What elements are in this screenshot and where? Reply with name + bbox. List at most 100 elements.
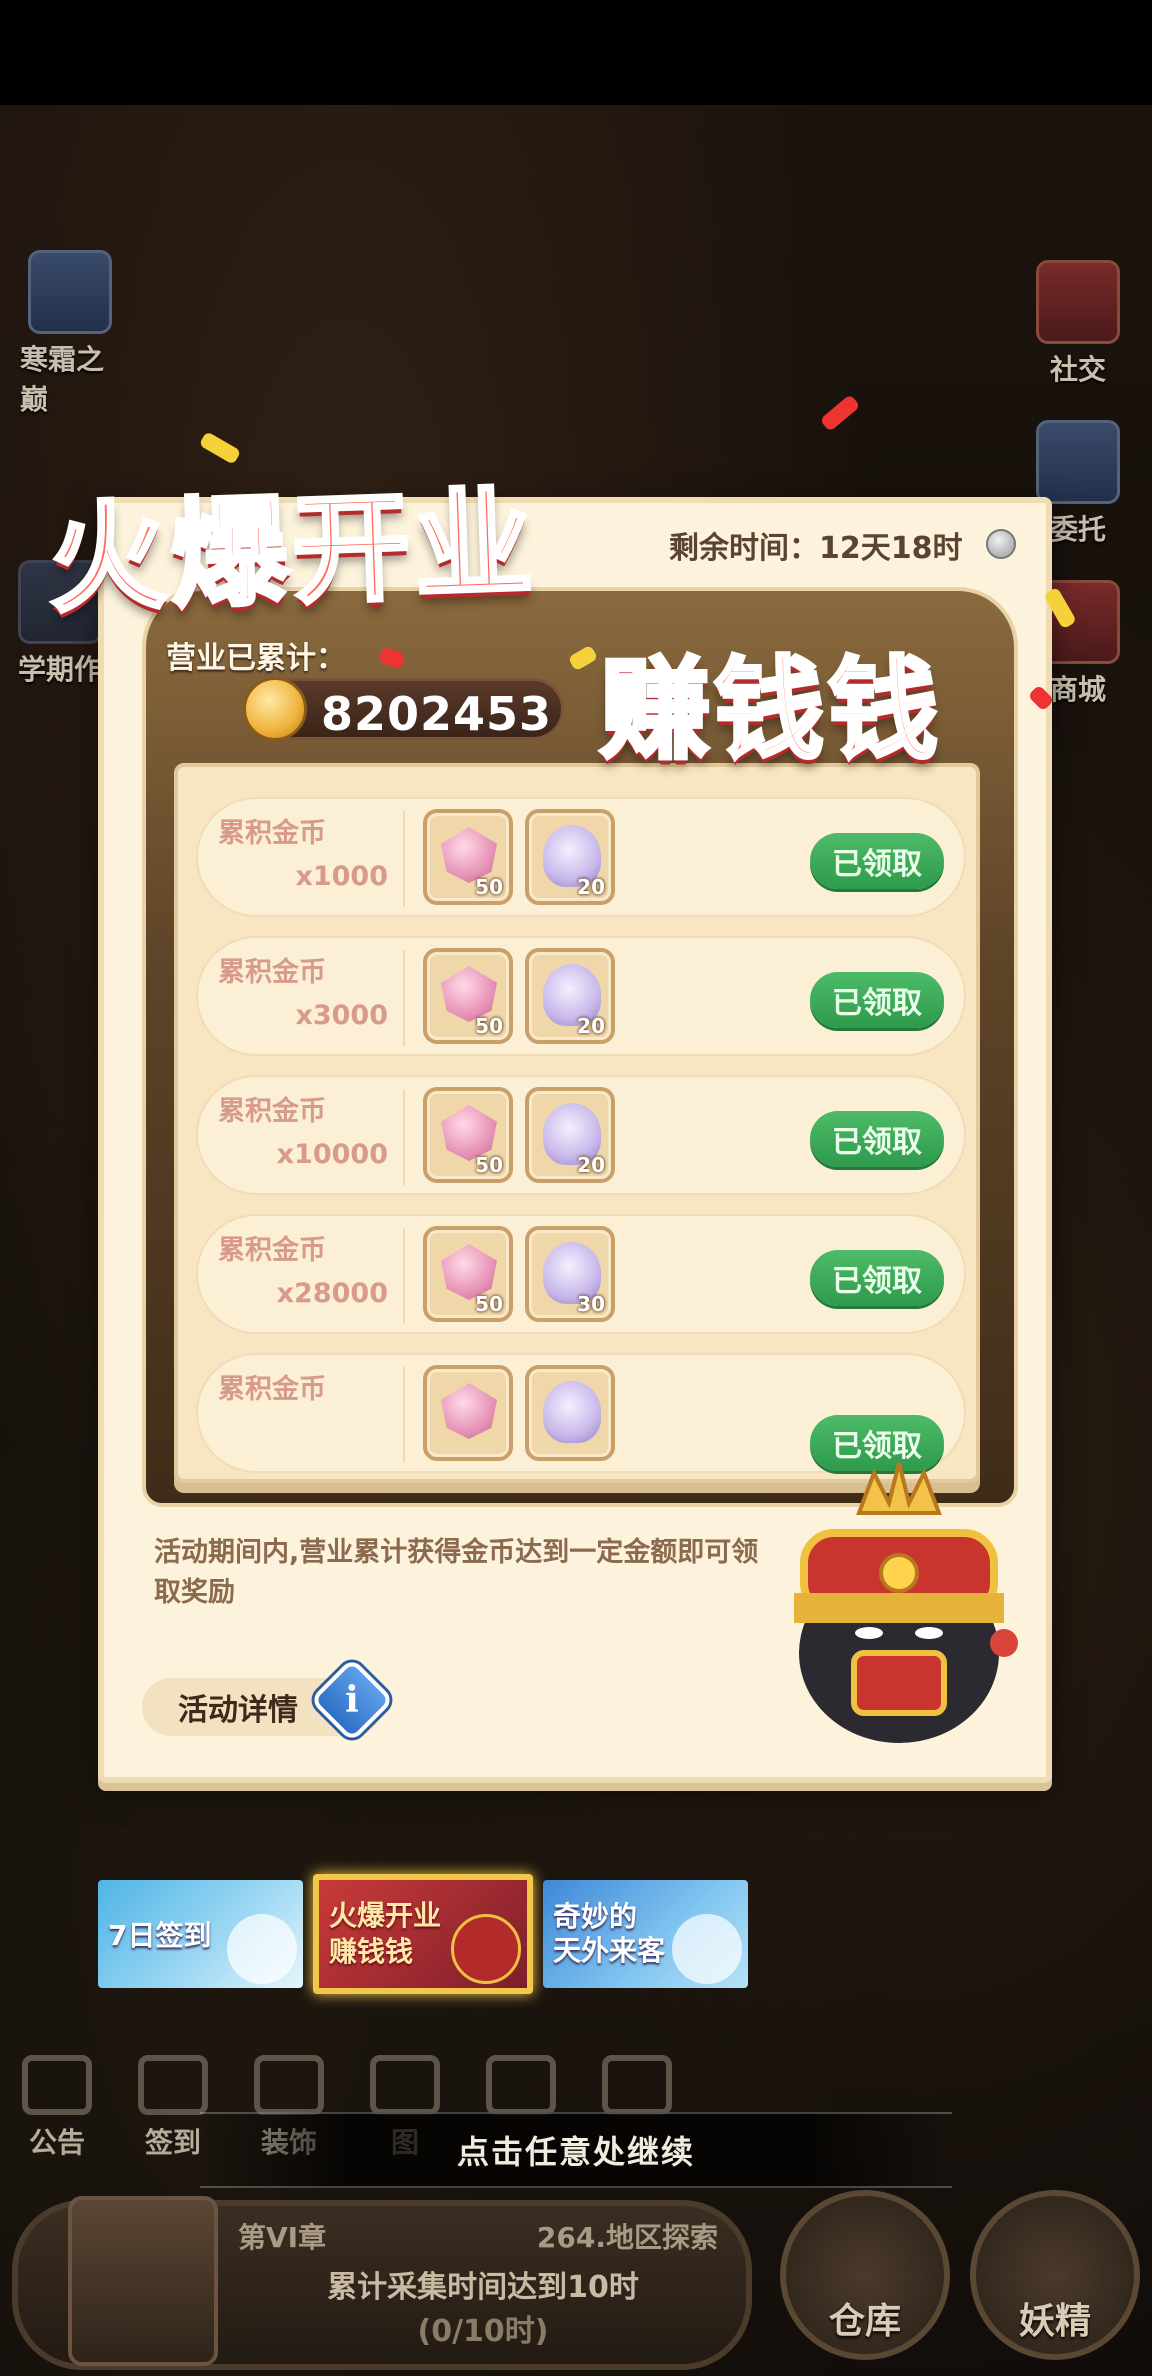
side-button-label: 商城: [1049, 673, 1106, 706]
row-divider: [403, 1367, 405, 1463]
catgirl-icon: [227, 1914, 297, 1984]
reward-label-text: 累积金币: [218, 957, 326, 988]
tab-label: 奇妙的 天外来客: [553, 1900, 665, 1968]
tab-label-line: 天外来客: [553, 1934, 666, 1967]
gem-item-slot[interactable]: 50: [423, 948, 513, 1044]
reward-row: 累积金币 x1000 50 20 已领取: [196, 797, 966, 917]
claimed-button[interactable]: 已领取: [810, 1250, 944, 1306]
reward-amount: x10000: [276, 1139, 388, 1170]
nav-label: 签到: [144, 2126, 201, 2159]
item-quantity: 20: [577, 1014, 605, 1038]
warehouse-button[interactable]: 仓库: [780, 2190, 950, 2360]
castle-icon: [254, 2055, 324, 2115]
hourglass-item-slot[interactable]: 20: [525, 809, 615, 905]
reward-label-text: 累积金币: [218, 818, 326, 849]
chapter-progress: (0/10时): [417, 2314, 549, 2349]
gem-item-slot[interactable]: 50: [423, 1226, 513, 1322]
tab-label: 火爆开业 赚钱钱: [329, 1898, 441, 1970]
mountain-icon: [28, 250, 112, 334]
treasure-chest-icon: [451, 1914, 521, 1984]
side-button-label: 学期作: [17, 653, 102, 686]
fairy-button[interactable]: 妖精: [970, 2190, 1140, 2360]
close-dot-icon[interactable]: [986, 529, 1016, 559]
event-title-top: 火爆开业: [44, 472, 541, 631]
reward-amount: x1000: [295, 861, 388, 892]
row-divider: [403, 950, 405, 1046]
side-button-social[interactable]: 社交: [1028, 260, 1128, 388]
pink-gem-icon: [441, 1383, 497, 1439]
item-quantity: 50: [475, 1014, 503, 1038]
region-label: 264.地区探索: [536, 2221, 718, 2254]
accumulated-value: 8202453: [321, 687, 553, 741]
tap-to-continue-bar[interactable]: 点击任意处继续: [200, 2112, 952, 2188]
chapter-label: 第VI章: [238, 2221, 327, 2254]
gem-item-slot[interactable]: [423, 1365, 513, 1461]
tab-label-line: 赚钱钱: [329, 1935, 414, 1968]
info-glyph: i: [345, 1679, 359, 1721]
reward-label-text: 累积金币: [218, 1235, 326, 1266]
reward-label-text: 累积金币: [218, 1374, 326, 1405]
reward-label: 累积金币: [218, 1367, 388, 1406]
reward-row: 累积金币 x28000 50 30 已领取: [196, 1214, 966, 1334]
hourglass-spirit-icon: [543, 1381, 601, 1443]
reward-amount: x28000: [276, 1278, 388, 1309]
reward-row: 累积金币 x10000 50 20 已领取: [196, 1075, 966, 1195]
claimed-button[interactable]: 已领取: [810, 972, 944, 1028]
row-divider: [403, 1089, 405, 1185]
event-title-bottom: 赚钱钱: [598, 644, 942, 776]
reward-amount: x3000: [295, 1000, 388, 1031]
reward-label: 累积金币 x28000: [218, 1228, 388, 1309]
item-quantity: 50: [475, 875, 503, 899]
row-divider: [403, 1228, 405, 1324]
tab-alien-visitor[interactable]: 奇妙的 天外来客: [543, 1880, 748, 1988]
hourglass-item-slot[interactable]: 20: [525, 948, 615, 1044]
tv-head-icon: [672, 1914, 742, 1984]
item-quantity: 50: [475, 1153, 503, 1177]
chapter-task-panel[interactable]: 第VI章 264.地区探索 累计采集时间达到10时 (0/10时): [12, 2196, 752, 2370]
event-tabs: 7日签到 火爆开业 赚钱钱 奇妙的 天外来客: [98, 1874, 748, 1994]
side-button-frost-peak[interactable]: 寒霜之巅: [20, 250, 120, 418]
calendar-check-icon: [138, 2055, 208, 2115]
gem-item-slot[interactable]: 50: [423, 1087, 513, 1183]
chapter-header: 第VI章 264.地区探索: [238, 2216, 718, 2256]
book-icon: [370, 2055, 440, 2115]
event-details-label: 活动详情: [178, 1693, 298, 1728]
accumulated-label: 营业已累计：: [166, 641, 346, 676]
side-button-label: 寒霜之巅: [20, 343, 105, 416]
reward-label-text: 累积金币: [218, 1096, 326, 1127]
accumulated-coin-display: 8202453: [243, 677, 564, 741]
gear-icon: [602, 2055, 672, 2115]
hourglass-item-slot[interactable]: 30: [525, 1226, 615, 1322]
fairy-label: 妖精: [1018, 2301, 1091, 2342]
item-quantity: 30: [577, 1292, 605, 1316]
event-description: 活动期间内,营业累计获得金币达到一定金额即可领取奖励: [154, 1537, 759, 1608]
treasure-chest-mascot-icon: [794, 1462, 1018, 1743]
item-quantity: 20: [577, 1153, 605, 1177]
warehouse-label: 仓库: [828, 2301, 901, 2342]
hourglass-item-slot[interactable]: [525, 1365, 615, 1461]
reward-label: 累积金币 x1000: [218, 811, 388, 892]
tab-grand-opening[interactable]: 火爆开业 赚钱钱: [313, 1874, 533, 1994]
claimed-button[interactable]: 已领取: [810, 833, 944, 889]
tab-label-line: 火爆开业: [329, 1899, 442, 1932]
tab-label-line: 奇妙的: [553, 1900, 638, 1933]
continue-hint: 点击任意处继续: [456, 2133, 695, 2171]
gem-item-slot[interactable]: 50: [423, 809, 513, 905]
chapter-task-text: 累计采集时间达到10时: [327, 2270, 639, 2305]
item-quantity: 20: [577, 875, 605, 899]
item-quantity: 50: [475, 1292, 503, 1316]
tab-label: 7日签到: [108, 1919, 212, 1952]
claimed-button[interactable]: 已领取: [810, 1111, 944, 1167]
countdown-text: 剩余时间：12天18时: [669, 531, 963, 566]
reward-list[interactable]: 累积金币 x1000 50 20 已领取 累积金币 x3000 50 20 已领…: [174, 763, 980, 1483]
tab-7-day-checkin[interactable]: 7日签到: [98, 1880, 303, 1988]
hourglass-item-slot[interactable]: 20: [525, 1087, 615, 1183]
side-button-label: 委托: [1049, 513, 1106, 546]
house-icon: [486, 2055, 556, 2115]
nav-label: 公告: [28, 2126, 85, 2159]
nav-announcement[interactable]: 公告: [10, 2055, 104, 2161]
scroll-icon: [1036, 420, 1120, 504]
board-icon: [22, 2055, 92, 2115]
open-book-icon: [68, 2196, 218, 2366]
reward-label: 累积金币 x10000: [218, 1089, 388, 1170]
